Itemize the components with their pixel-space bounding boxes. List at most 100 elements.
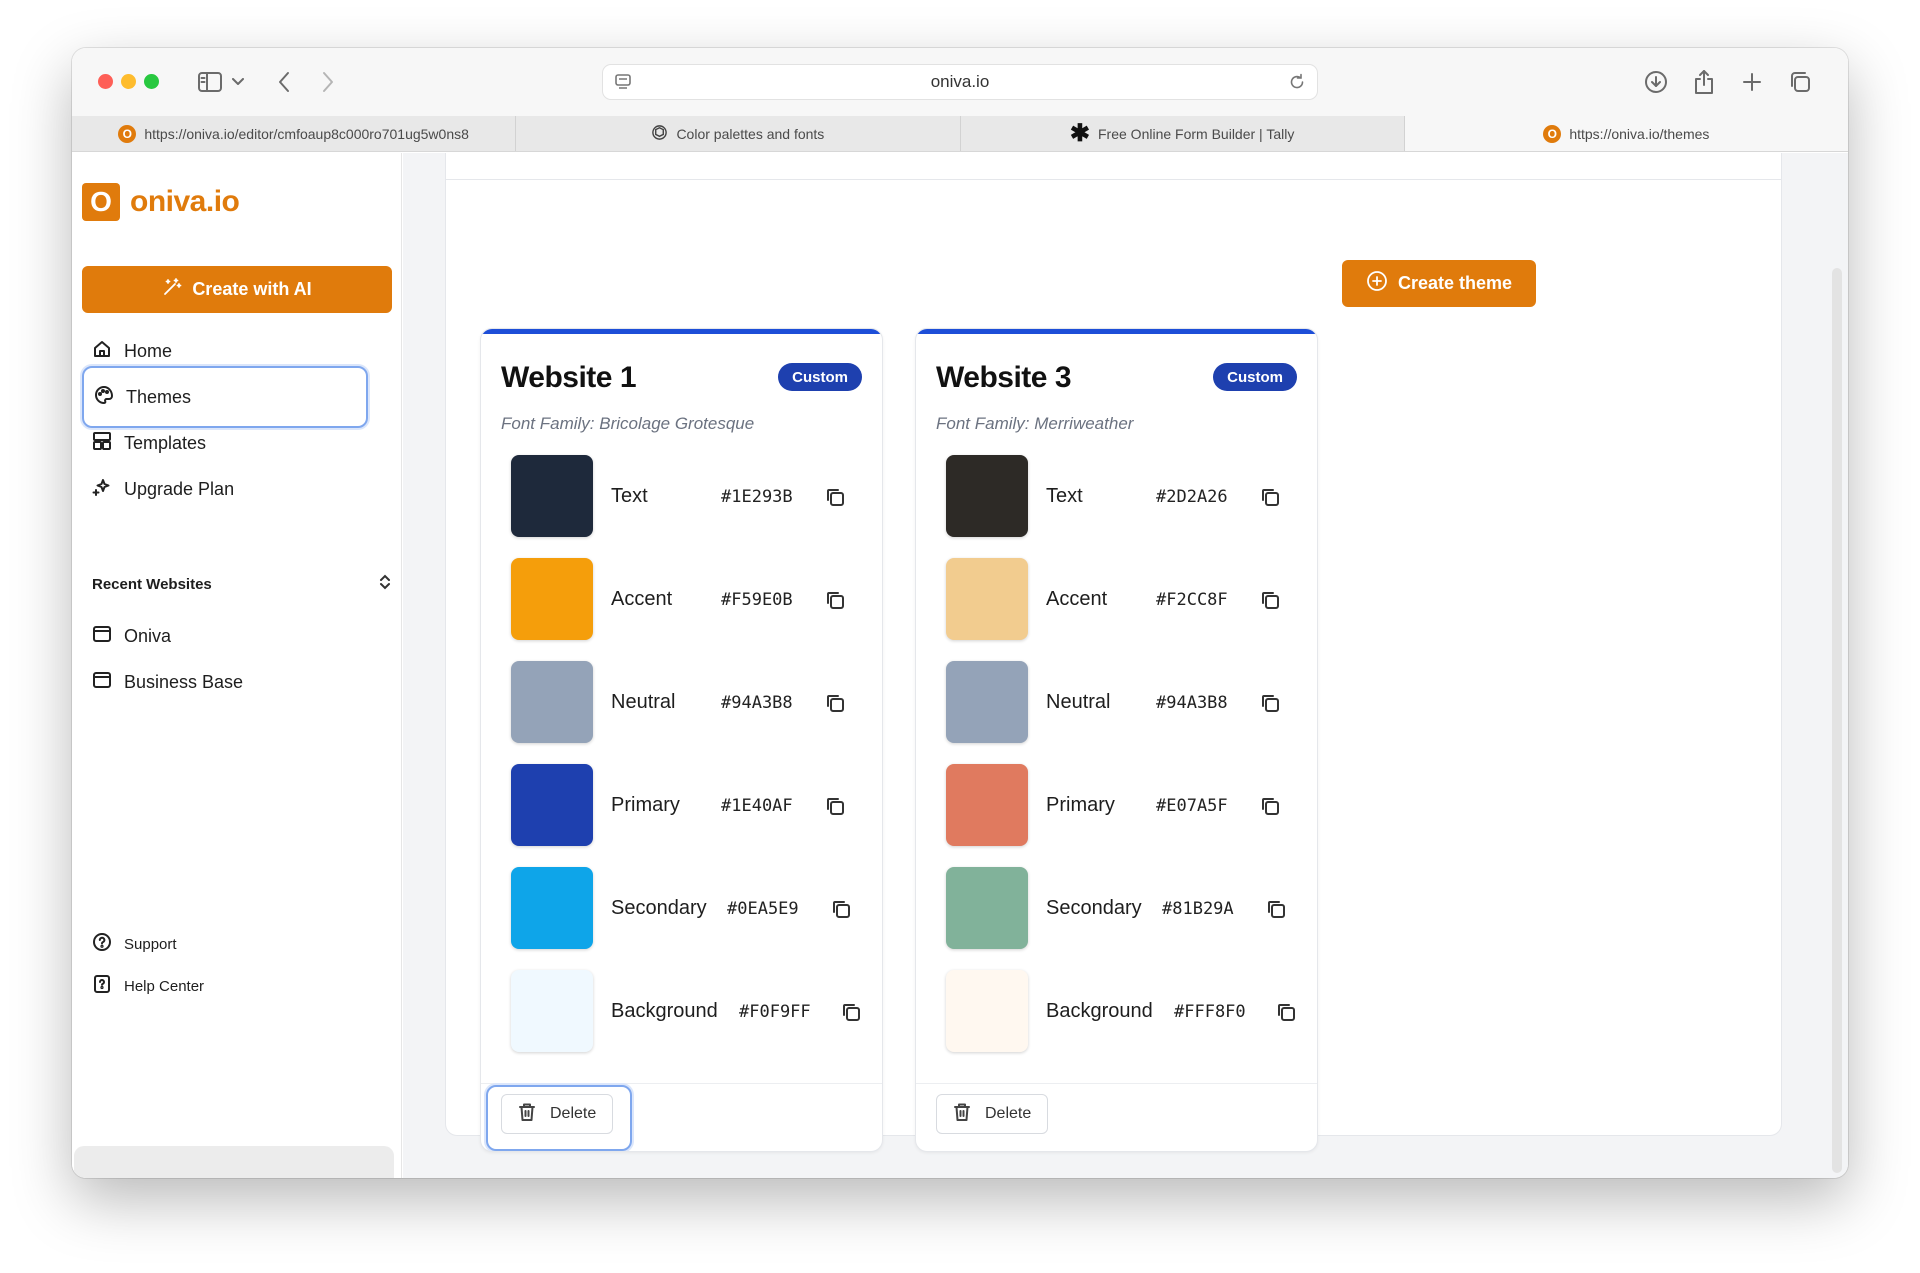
sidebar-item-support[interactable]: Support [82,923,382,965]
sidebar-item-label: Upgrade Plan [124,478,235,499]
delete-theme-button[interactable]: Delete [936,1094,1049,1134]
back-arrow-icon[interactable] [270,68,298,96]
copy-icon[interactable] [829,897,853,921]
color-label: Neutral [1046,691,1111,713]
recent-websites-title: Recent Websites [92,575,212,593]
close-window-button[interactable] [98,74,113,89]
theme-font-family: Font Family: Merriweather [936,414,1134,433]
chevron-up-down-icon[interactable] [378,573,392,595]
sidebar-item-help-center[interactable]: Help Center [82,965,382,1007]
oniva-logo[interactable]: O oniva.io [82,183,240,221]
create-with-ai-label: Create with AI [192,279,312,299]
main-scrollbar[interactable] [1832,268,1842,1173]
sidebar-item-themes[interactable]: Themes [82,366,368,428]
tab-label: Free Online Form Builder | Tally [1098,125,1295,142]
tab-overview-icon[interactable] [1786,68,1814,96]
create-with-ai-button[interactable]: Create with AI [82,266,392,313]
recent-website-oniva[interactable]: Oniva [82,613,382,659]
color-label: Secondary [611,897,707,919]
tab-oniva-themes[interactable]: O https://oniva.io/themes [1404,116,1848,151]
browser-window: oniva.io O https://oniva.io/editor/cmfoa… [72,48,1848,1178]
recent-website-label: Business Base [124,671,244,692]
color-swatch [946,558,1028,640]
card-accent-bar [916,329,1317,334]
trash-icon [518,1102,536,1127]
color-label: Primary [611,794,680,816]
copy-icon[interactable] [1274,1000,1298,1024]
panel-divider [446,179,1781,180]
color-hex: #1E293B [721,487,793,507]
copy-icon[interactable] [1264,897,1288,921]
color-row-primary: Primary #E07A5F [946,764,1279,867]
color-swatch [946,661,1028,743]
theme-font-family: Font Family: Bricolage Grotesque [501,414,755,433]
downloads-icon[interactable] [1642,68,1670,96]
copy-icon[interactable] [1258,691,1282,715]
oniva-favicon: O [118,124,137,143]
delete-theme-button[interactable]: Delete [501,1094,614,1134]
color-swatch [946,867,1028,949]
help-circle-icon [92,932,112,956]
card-footer-divider [916,1083,1317,1084]
minimize-window-button[interactable] [121,74,136,89]
copy-icon[interactable] [823,485,847,509]
color-swatch [511,970,593,1052]
maximize-window-button[interactable] [144,74,159,89]
share-icon[interactable] [1690,68,1718,96]
address-bar[interactable]: oniva.io [602,64,1318,100]
copy-icon[interactable] [823,588,847,612]
sidebar-item-label: Support [124,935,177,953]
card-accent-bar [481,329,882,334]
color-hex: #F2CC8F [1156,590,1228,610]
sidebar-toggle-icon[interactable] [196,68,224,96]
tab-oniva-editor[interactable]: O https://oniva.io/editor/cmfoaup8c000ro… [72,116,517,151]
recent-websites-list: Oniva Business Base [82,613,382,705]
color-label: Primary [1046,794,1115,816]
copy-icon[interactable] [823,691,847,715]
sidebar-item-upgrade-plan[interactable]: Upgrade Plan [82,466,392,512]
color-swatch-list: Text #1E293B Accent #F59E0B Neutral #94A… [511,455,860,1073]
browser-toolbar: oniva.io [72,48,1848,116]
color-row-accent: Accent #F2CC8F [946,558,1279,661]
color-swatch-list: Text #2D2A26 Accent #F2CC8F Neutral #94A… [946,455,1295,1073]
color-label: Background [1046,1000,1153,1022]
tab-label: https://oniva.io/editor/cmfoaup8c000ro70… [144,125,469,142]
copy-icon[interactable] [1258,794,1282,818]
tab-tally[interactable]: ✱ Free Online Form Builder | Tally [961,116,1405,151]
color-row-neutral: Neutral #94A3B8 [511,661,844,764]
tab-label: https://oniva.io/themes [1569,125,1710,142]
copy-icon[interactable] [1258,485,1282,509]
copy-icon[interactable] [823,794,847,818]
browser-tab-bar: O https://oniva.io/editor/cmfoaup8c000ro… [72,116,1848,152]
color-hex: #FFF8F0 [1174,1002,1246,1022]
sidebar-item-label: Home [124,340,173,361]
sidebar-item-templates[interactable]: Templates [82,420,392,466]
sidebar-item-label: Templates [124,432,207,453]
color-swatch [946,455,1028,537]
color-row-text: Text #1E293B [511,455,844,558]
recent-websites-header[interactable]: Recent Websites [92,573,392,595]
home-icon [92,339,112,364]
create-theme-button[interactable]: Create theme [1342,260,1536,307]
color-label: Text [611,485,648,507]
copy-icon[interactable] [839,1000,863,1024]
color-swatch [511,455,593,537]
color-row-secondary: Secondary #81B29A [946,867,1285,970]
color-label: Accent [611,588,673,610]
reload-icon[interactable] [1287,72,1307,97]
new-tab-icon[interactable] [1738,68,1766,96]
theme-title: Website 3 [936,361,1072,394]
magic-wand-icon [162,277,182,302]
page-settings-icon[interactable] [613,72,633,97]
sidebar-user-panel[interactable] [74,1146,394,1178]
address-url: oniva.io [930,72,990,91]
app-sidebar: O oniva.io Create with AI Home Themes Te… [72,153,402,1178]
recent-website-business-base[interactable]: Business Base [82,659,382,705]
forward-arrow-icon[interactable] [314,68,342,96]
browser-window-icon [92,624,112,649]
chevron-down-icon[interactable] [228,68,248,96]
color-hex: #2D2A26 [1156,487,1228,507]
color-hex: #F0F9FF [739,1002,811,1022]
tab-color-palettes[interactable]: Color palettes and fonts [516,116,961,151]
copy-icon[interactable] [1258,588,1282,612]
